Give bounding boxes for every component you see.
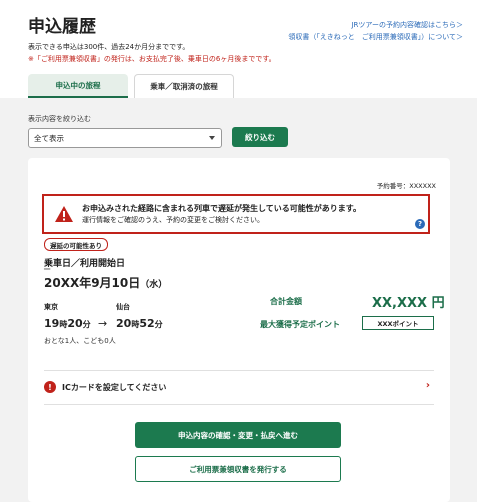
passenger-count: おとな1人、こども0人 <box>44 337 116 345</box>
total-amount-value: XX,XXX 円 <box>372 296 445 311</box>
tab-past-trips[interactable]: 乗車／取消済の旅程 <box>134 74 234 98</box>
warning-icon <box>54 205 74 227</box>
issue-receipt-button[interactable]: ご利用票兼領収書を発行する <box>135 456 341 482</box>
ride-date-value: 20XX年9月10日 <box>44 276 141 290</box>
points-label: 最大獲得予定ポイント <box>260 320 340 329</box>
page-title: 申込履歴 <box>28 17 96 37</box>
tour-confirm-link[interactable]: JRツアーの予約内容確認はこちら＞ <box>351 20 463 30</box>
alert-title: お申込みされた経路に含まれる列車で遅延が発生している可能性があります。 <box>82 204 361 213</box>
receipt-note: ※「ご利用票兼領収書」の発行は、お支払完了後、乗車日の6ヶ月後までです。 <box>28 55 276 63</box>
reservation-number: 予約番号：XXXXXX <box>376 182 436 190</box>
ic-card-setting-text: ICカードを設定してください <box>62 383 167 392</box>
divider <box>44 404 434 405</box>
help-icon[interactable]: ? <box>415 219 425 229</box>
tab-active-trips[interactable]: 申込中の旅程 <box>28 74 128 98</box>
departure-time: 19時20分 <box>44 317 91 330</box>
arrow-right-icon: → <box>98 317 108 330</box>
filter-button[interactable]: 絞り込む <box>232 127 288 147</box>
receipt-info-link[interactable]: 領収書（「えきねっと ご利用票兼領収書」）について＞ <box>288 32 463 42</box>
history-limit-note: 表示できる申込は300件、過去24か月分までです。 <box>28 43 190 51</box>
departure-station: 東京 <box>44 303 58 311</box>
reservation-card: 予約番号：XXXXXX お申込みされた経路に含まれる列車で遅延が発生している可能… <box>28 158 450 502</box>
confirm-change-refund-button[interactable]: 申込内容の確認・変更・払戻へ進む <box>135 422 341 448</box>
filter-selected-value: 全て表示 <box>34 133 64 143</box>
ic-card-setting-row[interactable]: ! ICカードを設定してください › <box>44 374 434 400</box>
ride-date: 20XX年9月10日（水） <box>44 274 167 291</box>
arrival-time: 20時52分 <box>116 317 163 330</box>
exclamation-icon: ! <box>44 381 56 393</box>
caret-down-icon <box>209 136 215 140</box>
ride-day-of-week: （水） <box>140 280 168 290</box>
divider <box>44 370 434 371</box>
ride-date-label: 乗車日／利用開始日 <box>44 259 126 269</box>
points-value: XXXポイント <box>362 316 434 330</box>
tab-bar: 申込中の旅程 乗車／取消済の旅程 <box>0 74 477 98</box>
total-amount-label: 合計金額 <box>270 297 302 306</box>
chevron-right-icon: › <box>425 380 430 391</box>
alert-body: 運行情報をご確認のうえ、予約の変更をご検討ください。 <box>82 216 264 224</box>
filter-label: 表示内容を絞り込む <box>28 115 91 123</box>
ride-date-sub: ━━ <box>44 266 50 273</box>
main-content: 表示内容を絞り込む 全て表示 絞り込む 予約番号：XXXXXX お申込みされた経… <box>0 98 477 502</box>
delay-alert: お申込みされた経路に含まれる列車で遅延が発生している可能性があります。 運行情報… <box>42 194 430 234</box>
delay-badge: 遅延の可能性あり <box>44 238 108 251</box>
arrival-station: 仙台 <box>116 303 130 311</box>
filter-select[interactable]: 全て表示 <box>28 128 222 148</box>
